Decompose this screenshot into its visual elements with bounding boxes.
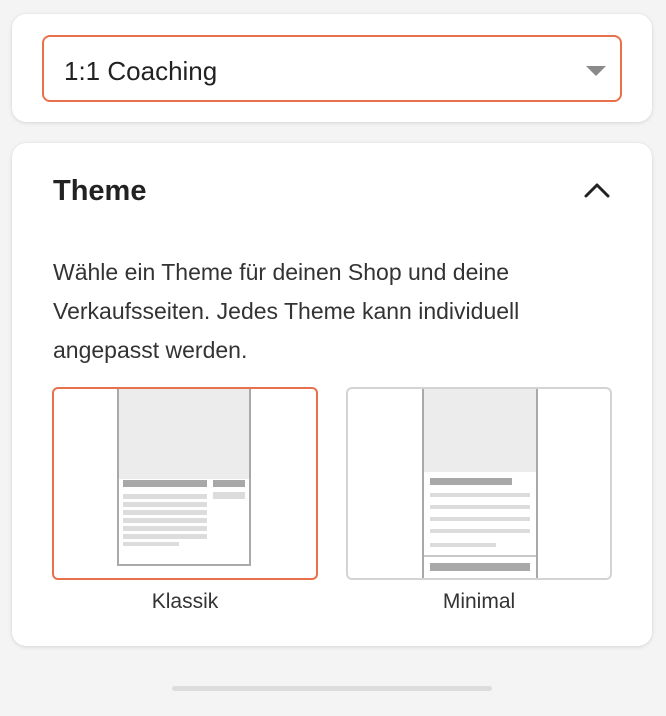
klassik-preview-thumbnail <box>117 389 251 566</box>
preview-sidebar-bar <box>213 492 245 499</box>
product-select-value: 1:1 Coaching <box>64 56 218 86</box>
theme-section-title: Theme <box>53 175 147 207</box>
preview-text-line <box>430 543 496 547</box>
preview-footer-bar <box>430 563 530 571</box>
preview-text-line <box>430 493 530 497</box>
preview-text-line <box>123 518 207 523</box>
minimal-preview-thumbnail <box>422 389 538 578</box>
preview-text-line <box>430 505 530 509</box>
preview-heading-bar <box>430 478 512 485</box>
theme-section-description: Wähle ein Theme für deinen Shop und dein… <box>53 259 520 363</box>
preview-text-line <box>123 534 207 539</box>
theme-section-card: Theme Wähle ein Theme für deinen Shop un… <box>12 143 652 646</box>
scroll-indicator <box>172 686 492 691</box>
theme-option-label-klassik: Klassik <box>151 590 219 613</box>
caret-down-icon <box>586 66 606 76</box>
product-select[interactable]: 1:1 Coaching <box>42 35 622 102</box>
preview-sidebar-heading-bar <box>213 480 245 487</box>
theme-option-label-minimal: Minimal <box>442 590 516 613</box>
theme-option-minimal[interactable] <box>346 387 612 580</box>
preview-text-line <box>123 502 207 507</box>
chevron-up-icon[interactable] <box>582 175 612 205</box>
preview-text-line <box>123 542 179 546</box>
preview-hero-block <box>424 389 536 472</box>
theme-option-klassik[interactable] <box>52 387 318 580</box>
preview-footer-divider <box>424 555 536 557</box>
preview-hero-block <box>119 389 249 479</box>
preview-text-line <box>123 510 207 515</box>
preview-text-line <box>430 529 530 533</box>
preview-text-line <box>430 517 530 521</box>
preview-text-line <box>123 526 207 531</box>
product-select-card: 1:1 Coaching <box>12 14 652 122</box>
preview-text-line <box>123 494 207 499</box>
preview-heading-bar <box>123 480 207 487</box>
